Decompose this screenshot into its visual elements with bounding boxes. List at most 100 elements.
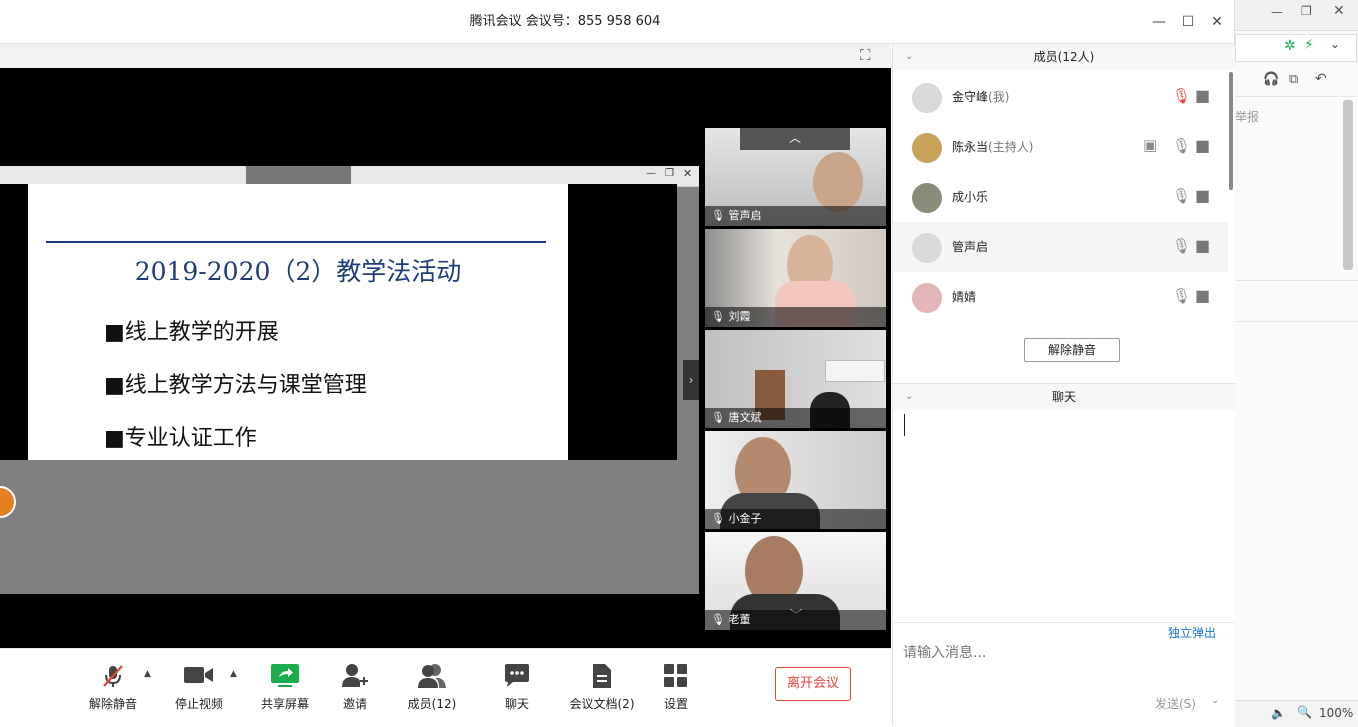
lightning-icon[interactable]: ⚡ <box>1304 37 1314 53</box>
mic-muted-icon[interactable]: 🎙 <box>1172 87 1191 105</box>
mic-icon[interactable]: 🎙 <box>1172 287 1191 305</box>
video-tile[interactable]: 🎙 刘霞 <box>705 229 886 327</box>
floating-orange-badge[interactable] <box>0 486 16 518</box>
member-row[interactable]: 陈永当(主持人) ▣ 🎙 ■ <box>893 122 1228 172</box>
bg-toolbar: 🎧 ⧉ ↶ <box>1235 66 1358 97</box>
collapse-chevron-icon[interactable]: ⌄ <box>905 384 913 410</box>
mic-muted-icon <box>103 665 123 687</box>
chevron-down-icon[interactable]: ⌄ <box>1330 37 1340 51</box>
camera-icon <box>184 667 213 683</box>
mic-icon: 🎙 <box>711 310 725 323</box>
video-tile[interactable]: ﹀ 🎙 老董 <box>705 532 886 630</box>
tile-name-label: 刘霞 <box>728 310 751 323</box>
close-button[interactable]: ✕ <box>1205 10 1229 34</box>
send-button[interactable]: 发送(S) <box>1155 695 1196 712</box>
video-tile[interactable]: 🎙 小金子 <box>705 431 886 529</box>
camera-icon[interactable]: ■ <box>1195 86 1210 105</box>
leave-meeting-button[interactable]: 离开会议 <box>775 667 851 701</box>
members-header-label: 成员(12人) <box>1033 50 1095 64</box>
screen-share-icon[interactable]: ▣ <box>1143 136 1157 154</box>
mic-icon[interactable]: 🎙 <box>1172 137 1191 155</box>
share-screen-icon <box>271 664 299 687</box>
chat-header[interactable]: ⌄ 聊天 <box>893 383 1235 410</box>
member-row[interactable]: 管声启 🎙 ■ <box>893 222 1228 272</box>
camera-icon[interactable]: ■ <box>1195 136 1210 155</box>
zoom-icon[interactable]: 🔍 <box>1297 705 1312 719</box>
fullscreen-icon[interactable]: ⛶ <box>860 46 871 64</box>
mic-icon: 🎙 <box>711 209 725 222</box>
share-close-icon: ✕ <box>683 167 693 180</box>
air-conditioner <box>825 360 885 382</box>
slide-margin-right <box>568 184 677 460</box>
avatar <box>912 283 942 313</box>
tile-name: 🎙 老董 <box>705 610 886 630</box>
video-area: ⛶ — ❐ ✕ 2019-2020（2）教学法活动 ■线上教学的开展 ■线上教学… <box>0 44 891 648</box>
mic-icon[interactable]: 🎙 <box>1172 187 1191 205</box>
undo-icon[interactable]: ↶ <box>1315 71 1327 87</box>
chat-button[interactable]: 聊天 <box>482 649 552 727</box>
mic-icon: 🎙 <box>711 411 725 424</box>
tile-name-label: 唐文斌 <box>728 411 762 424</box>
tile-name-label: 管声启 <box>728 209 762 222</box>
video-topbar: ⛶ <box>0 44 891 68</box>
headphones-icon[interactable]: 🎧 <box>1263 72 1279 87</box>
meeting-docs-button[interactable]: 会议文档(2) <box>561 649 643 727</box>
bg-address-bar[interactable]: ✲ ⚡ ⌄ <box>1235 34 1357 62</box>
members-header[interactable]: ⌄ 成员(12人) <box>893 44 1235 70</box>
member-row[interactable]: 婧婧 🎙 ■ <box>893 272 1228 322</box>
slide-bullet: ■专业认证工作 <box>104 426 257 451</box>
share-screen-button[interactable]: 共享屏幕 <box>250 649 320 727</box>
tile-name: 🎙 唐文斌 <box>705 408 886 428</box>
audio-options-caret-icon[interactable]: ▲ <box>144 669 151 679</box>
tile-name: 🎙 小金子 <box>705 509 886 529</box>
slide-bullet: ■线上教学方法与课堂管理 <box>104 373 367 398</box>
bg-report-text: 举报 <box>1235 110 1260 124</box>
tile-name: 🎙 管声启 <box>705 206 886 226</box>
settings-grid-icon <box>664 664 687 687</box>
member-name: 婧婧 <box>952 290 977 304</box>
member-row[interactable]: 成小乐 🎙 ■ <box>893 172 1228 222</box>
camera-icon[interactable]: ■ <box>1195 286 1210 305</box>
minimize-icon[interactable]: — <box>1271 5 1283 19</box>
invite-label: 邀请 <box>342 697 367 711</box>
send-options-chevron-icon[interactable]: ⌄ <box>1211 695 1219 706</box>
avatar <box>912 233 942 263</box>
members-label: 成员(12) <box>407 697 457 711</box>
chat-label: 聊天 <box>504 697 529 711</box>
unmute-all-button[interactable]: 解除静音 <box>1024 338 1120 362</box>
invite-button[interactable]: 邀请 <box>320 649 390 727</box>
mic-icon: 🎙 <box>711 613 725 626</box>
popout-chat-link[interactable]: 独立弹出 <box>1168 624 1216 641</box>
chat-input[interactable] <box>901 640 1225 666</box>
camera-icon[interactable]: ■ <box>1195 186 1210 205</box>
collapse-chevron-icon[interactable]: ⌄ <box>905 44 913 70</box>
stop-video-button[interactable]: 停止视频 <box>164 649 234 727</box>
bg-scrollbar[interactable] <box>1343 100 1353 270</box>
scroll-up-icon[interactable]: ︿ <box>740 128 850 150</box>
mic-icon[interactable]: 🎙 <box>1172 237 1191 255</box>
video-tile[interactable]: ︿ 🎙 管声启 <box>705 128 886 226</box>
settings-button[interactable]: 设置 <box>641 649 711 727</box>
member-row[interactable]: 金守峰(我) 🎙 ■ <box>893 72 1228 122</box>
tile-name: 🎙 刘霞 <box>705 307 886 327</box>
slide-title: 2019-2020（2）教学法活动 <box>134 257 462 286</box>
members-scrollbar[interactable] <box>1229 72 1233 190</box>
maximize-button[interactable]: ☐ <box>1176 10 1200 34</box>
bg-panel <box>1235 280 1358 322</box>
slide-rule <box>46 241 546 243</box>
members-button[interactable]: 成员(12) <box>397 649 467 727</box>
tile-name-label: 小金子 <box>728 512 762 525</box>
refresh-icon[interactable]: ✲ <box>1284 38 1296 54</box>
slide-margin-left <box>0 184 28 460</box>
video-tile[interactable]: 🎙 唐文斌 <box>705 330 886 428</box>
copy-icon[interactable]: ⧉ <box>1289 72 1298 87</box>
video-options-caret-icon[interactable]: ▲ <box>230 669 237 679</box>
close-icon[interactable]: ✕ <box>1333 3 1345 19</box>
restore-icon[interactable]: ❐ <box>1301 4 1312 18</box>
camera-icon[interactable]: ■ <box>1195 236 1210 255</box>
panel-toggle-arrow[interactable]: › <box>683 360 699 400</box>
speaker-icon[interactable]: 🔈 <box>1271 706 1286 720</box>
minimize-button[interactable]: — <box>1147 10 1171 34</box>
avatar <box>912 83 942 113</box>
unmute-button[interactable]: 解除静音 <box>78 649 148 727</box>
